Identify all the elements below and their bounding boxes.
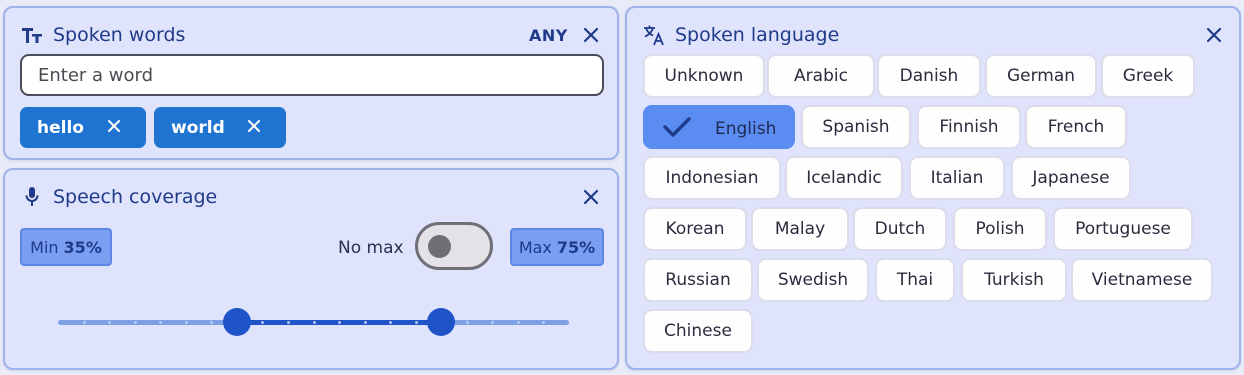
language-chip-malay[interactable]: Malay: [751, 207, 849, 251]
language-chip-portuguese[interactable]: Portuguese: [1053, 207, 1193, 251]
language-chip-label: Dutch: [874, 219, 926, 239]
language-chip-korean[interactable]: Korean: [643, 207, 747, 251]
language-chip-english[interactable]: English: [643, 105, 795, 149]
slider-tick: [465, 321, 469, 324]
language-chip-label: Indonesian: [665, 168, 759, 188]
language-chip-danish[interactable]: Danish: [877, 54, 981, 98]
language-chip-label: Turkish: [984, 270, 1044, 290]
language-chip-chinese[interactable]: Chinese: [643, 309, 753, 353]
language-chip-label: Japanese: [1032, 168, 1110, 188]
close-icon[interactable]: [1203, 24, 1225, 46]
speech-coverage-title: Speech coverage: [53, 186, 218, 208]
language-chip-german[interactable]: German: [985, 54, 1097, 98]
language-chip-label: Korean: [665, 219, 725, 239]
max-label: Max: [518, 237, 552, 257]
language-chip-label: Italian: [930, 168, 984, 188]
slider-tick: [491, 321, 495, 324]
coverage-slider-track[interactable]: [58, 320, 569, 325]
language-chip-icelandic[interactable]: Icelandic: [785, 156, 903, 200]
toggle-knob: [428, 235, 451, 258]
language-chip-polish[interactable]: Polish: [953, 207, 1047, 251]
slider-tick: [286, 321, 290, 324]
language-chip-label: Thai: [896, 270, 934, 290]
language-chip-japanese[interactable]: Japanese: [1011, 156, 1131, 200]
language-chip-vietnamese[interactable]: Vietnamese: [1071, 258, 1213, 302]
min-slider-thumb[interactable]: [222, 308, 251, 336]
language-chip-label: Malay: [774, 219, 826, 239]
language-chip-label: Unknown: [664, 66, 744, 86]
language-chip-label: English: [715, 119, 777, 139]
word-chip-hello[interactable]: hello: [20, 107, 146, 148]
language-chip-label: Polish: [975, 219, 1025, 239]
language-chip-label: Chinese: [664, 321, 732, 341]
no-max-toggle[interactable]: [415, 222, 493, 270]
microphone-icon: [21, 186, 43, 208]
remove-chip-icon[interactable]: [106, 118, 124, 136]
spoken-language-panel: Spoken language Unknown Arabic Danish Germa…: [625, 6, 1241, 370]
language-chip-indonesian[interactable]: Indonesian: [643, 156, 781, 200]
language-chip-greek[interactable]: Greek: [1101, 54, 1195, 98]
slider-tick: [312, 321, 316, 324]
word-chip-label: hello: [37, 118, 84, 138]
language-chip-dutch[interactable]: Dutch: [853, 207, 947, 251]
language-chip-label: Arabic: [794, 66, 848, 86]
close-icon[interactable]: [580, 186, 602, 208]
slider-tick: [542, 321, 546, 324]
language-chip-label: Danish: [899, 66, 959, 86]
language-chip-unknown[interactable]: Unknown: [643, 54, 765, 98]
slider-tick: [133, 321, 137, 324]
min-value: 35%: [63, 237, 102, 257]
slider-tick: [108, 321, 112, 324]
match-mode-toggle[interactable]: ANY: [529, 26, 568, 45]
slider-tick: [210, 321, 214, 324]
word-chip-label: world: [171, 118, 225, 138]
language-chip-finnish[interactable]: Finnish: [917, 105, 1021, 149]
language-chip-label: Swedish: [777, 270, 849, 290]
translate-icon: [643, 24, 665, 46]
slider-tick: [82, 321, 86, 324]
min-label: Min: [30, 237, 59, 257]
spoken-words-title: Spoken words: [53, 24, 186, 46]
slider-tick: [159, 321, 163, 324]
language-chip-spanish[interactable]: Spanish: [801, 105, 911, 149]
remove-chip-icon[interactable]: [246, 118, 264, 136]
language-chip-label: Portuguese: [1075, 219, 1171, 239]
max-slider-thumb[interactable]: [427, 308, 456, 336]
language-chip-russian[interactable]: Russian: [643, 258, 753, 302]
language-chip-italian[interactable]: Italian: [909, 156, 1005, 200]
language-chip-arabic[interactable]: Arabic: [767, 54, 875, 98]
language-chip-label: Finnish: [939, 117, 999, 137]
spoken-words-panel: Spoken words ANY hello world: [3, 6, 619, 160]
min-coverage-badge[interactable]: Min 35%: [20, 228, 112, 266]
spoken-language-title: Spoken language: [675, 24, 840, 46]
language-chip-label: Vietnamese: [1091, 270, 1193, 290]
language-chip-label: Icelandic: [806, 168, 882, 188]
slider-tick: [184, 321, 188, 324]
language-chip-label: Greek: [1122, 66, 1174, 86]
slider-tick: [516, 321, 520, 324]
language-chip-label: Spanish: [822, 117, 890, 137]
language-chip-turkish[interactable]: Turkish: [961, 258, 1067, 302]
max-coverage-badge[interactable]: Max 75%: [510, 228, 604, 266]
text-size-icon: [21, 24, 43, 46]
language-chip-thai[interactable]: Thai: [875, 258, 955, 302]
language-chip-french[interactable]: French: [1025, 105, 1127, 149]
check-icon: [663, 117, 691, 137]
slider-tick: [414, 321, 418, 324]
word-input[interactable]: [20, 54, 604, 96]
language-chip-swedish[interactable]: Swedish: [757, 258, 869, 302]
speech-coverage-panel: Speech coverage Min 35% No max Max 75%: [3, 168, 619, 370]
no-max-label: No max: [338, 238, 404, 258]
word-chip-world[interactable]: world: [154, 107, 286, 148]
close-icon[interactable]: [580, 24, 602, 46]
language-chip-label: French: [1047, 117, 1105, 137]
slider-tick: [363, 321, 367, 324]
language-chip-label: German: [1006, 66, 1076, 86]
max-value: 75%: [556, 237, 596, 257]
language-chip-label: Russian: [665, 270, 731, 290]
